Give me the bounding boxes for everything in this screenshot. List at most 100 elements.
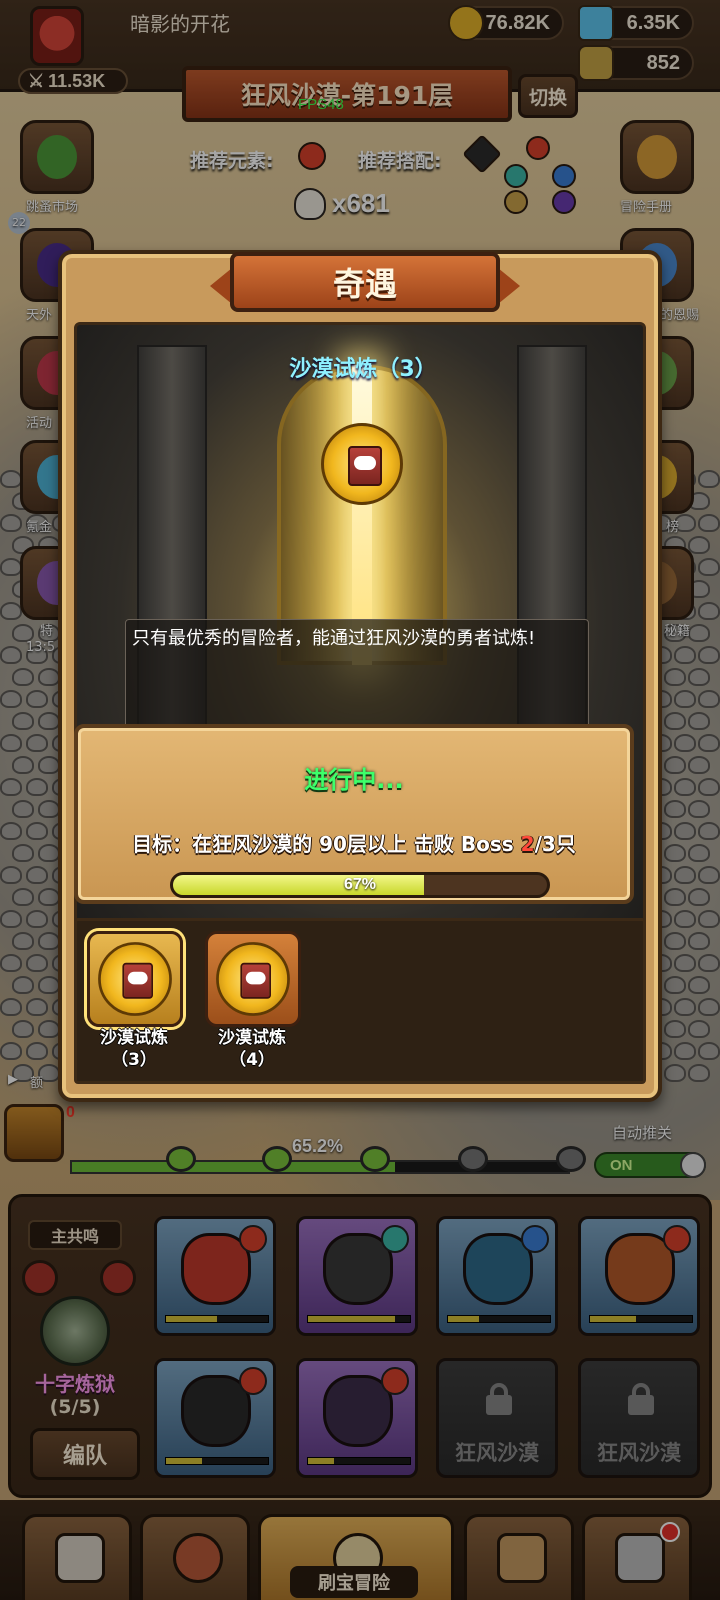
goal-current: 2 [520,832,535,856]
fire-element-icon [663,1225,691,1253]
skeleton-minion [698,866,720,884]
formation-emblem-icon[interactable] [40,1296,110,1366]
skeleton-minion [674,778,696,796]
quest-progress-panel: 进行中... 目标：在狂风沙漠的 90层以上 击败 Boss 2/3只 67% [74,724,634,904]
gem-counter[interactable]: 6.35K [578,5,694,41]
skeleton-minion [674,998,696,1016]
hero-xp-bar [307,1315,411,1323]
play-icon[interactable]: ▶ [8,1072,18,1087]
switch-level-button[interactable]: 切换 [518,74,578,118]
trial-book-emblem-icon [216,942,290,1016]
skeleton-minion [12,668,34,686]
side-label-flea-market: 跳蚤市场 [26,200,79,215]
skeleton-minion [664,888,686,906]
hero-card[interactable] [154,1358,276,1478]
toggle-knob [680,1152,706,1178]
gold-coin-icon [448,5,484,41]
resonance-claw-icon [100,1260,136,1296]
dialog-title: 奇遇 [230,252,500,312]
skeleton-minion [26,778,48,796]
goal-prefix: 目标：在狂风沙漠的 90层以上 击败 Boss [132,832,521,856]
skeleton-minion [664,756,686,774]
hero-card[interactable] [296,1358,418,1478]
hero-card[interactable] [578,1216,700,1336]
skeleton-minion [0,866,22,884]
fire-element-icon [298,142,326,170]
hero-card[interactable] [436,1216,558,1336]
skeleton-minion [38,668,60,686]
goal-suffix: /3只 [534,832,576,856]
side-label-ranking: 榜 [666,520,680,535]
player-avatar[interactable] [30,6,84,66]
side-label-event: 活动 [26,416,53,431]
banner-ribbon-left [210,268,232,304]
gold-counter[interactable]: 76.82K [448,5,564,41]
nav-shop[interactable] [22,1514,132,1600]
skeleton-minion [664,712,686,730]
skeleton-minion [38,888,60,906]
edit-team-button[interactable]: 编队 [30,1428,140,1480]
banner-ribbon-right [498,268,520,304]
toggle-state: ON [610,1157,633,1174]
skeleton-minion [26,690,48,708]
skeleton-minion [38,976,60,994]
skeleton-minion [674,910,696,928]
nav-heroes[interactable] [140,1514,250,1600]
skeleton-minion [688,932,710,950]
fire-element-icon [526,136,550,160]
skeleton-minion [12,756,34,774]
skeleton-minion [698,646,720,664]
skull-icon [294,188,326,220]
treasure-chest-icon[interactable] [4,1104,64,1162]
skeleton-minion [698,998,720,1016]
skeleton-minion [688,800,710,818]
hero-card[interactable] [296,1216,418,1336]
chain-item-trial-4[interactable] [205,931,301,1027]
backpack-icon [497,1533,547,1583]
side-label-secrets: 秘籍 [664,624,691,639]
skeleton-minion [26,954,48,972]
skeleton-minion [698,954,720,972]
auto-advance-toggle[interactable]: ON [594,1152,706,1178]
skeleton-minion [674,866,696,884]
skeleton-minion [688,1064,710,1082]
skeleton-minion [12,888,34,906]
skeleton-minion [38,932,60,950]
formation-count: (5/5) [49,1396,101,1418]
shop-icon [55,1533,105,1583]
hero-xp-bar [307,1457,411,1465]
skeleton-minion [698,514,720,532]
hero-slot-locked[interactable]: 狂风沙漠 [578,1358,700,1478]
skeleton-minion [0,778,22,796]
hero-xp-fill [166,1458,202,1464]
hero-slot-locked[interactable]: 狂风沙漠 [436,1358,558,1478]
side-button-flea-market[interactable] [20,120,94,194]
hero-card[interactable] [154,1216,276,1336]
quest-status: 进行中... [304,766,404,794]
event-name: 沙漠试炼（3） [289,357,437,382]
nav-bag[interactable] [464,1514,574,1600]
skeleton-minion [38,844,60,862]
auto-advance-label: 自动推关 [612,1124,673,1142]
trial-book-emblem-icon [98,942,172,1016]
hero-xp-fill [308,1458,334,1464]
wind-element-icon [504,164,528,188]
dark-element-icon [552,190,576,214]
potion-icon [578,45,614,81]
hero-xp-bar [165,1315,269,1323]
chain-item-trial-3[interactable] [87,931,183,1027]
key-icon [556,1146,586,1172]
skeleton-minion [664,1020,686,1038]
formation-name: 十字炼狱 [35,1372,115,1396]
chest-badge: 0 [66,1104,75,1121]
skeleton-minion [698,1042,720,1060]
light-element-icon [504,190,528,214]
skeleton-minion [38,756,60,774]
potion-counter[interactable]: 852 [578,45,694,81]
side-timer: 13:5 [26,640,56,655]
side-button-adventure-handbook[interactable] [620,120,694,194]
key-icon [360,1146,390,1172]
key-icon [262,1146,292,1172]
hero-xp-fill [308,1316,395,1322]
skeleton-minion [0,822,22,840]
